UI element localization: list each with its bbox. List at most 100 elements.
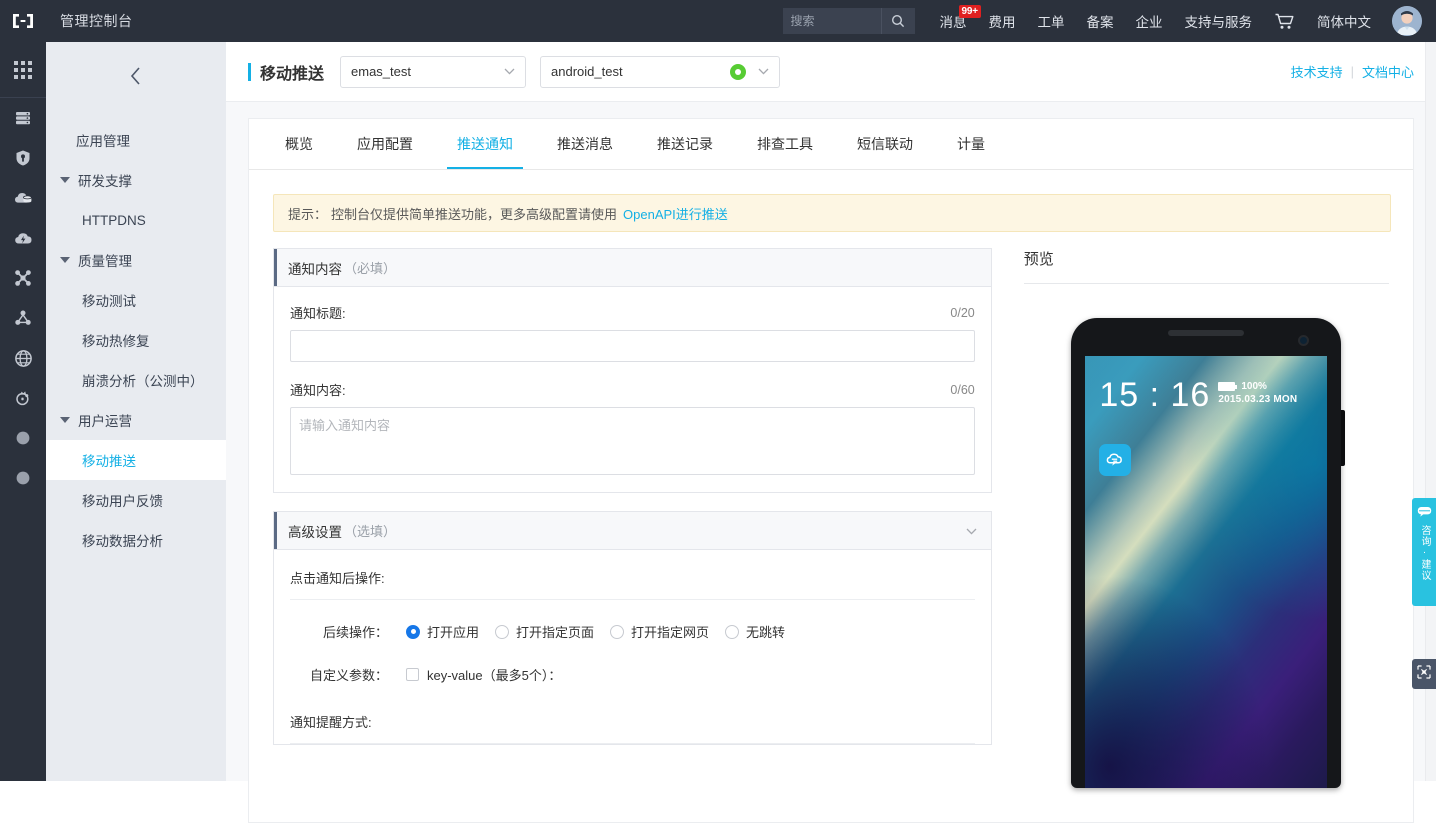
chevron-down-icon (758, 66, 769, 78)
custom-params-row: 自定义参数： key-value（最多5个）： (290, 641, 975, 684)
tab-app-config[interactable]: 应用配置 (335, 119, 435, 169)
notification-content-label: 通知内容: (290, 380, 346, 399)
tip-text: 控制台仅提供简单推送功能，更多高级配置请使用 (331, 204, 617, 223)
custom-params-checkbox[interactable] (406, 668, 419, 681)
security-lock-icon[interactable] (0, 378, 46, 418)
radio-dot-icon (725, 625, 739, 639)
shield-icon[interactable] (0, 138, 46, 178)
sidebar-item-httpdns[interactable]: HTTPDNS (46, 200, 226, 240)
tech-support-link[interactable]: 技术支持 (1291, 62, 1343, 81)
custom-params-label: 自定义参数： (290, 665, 406, 684)
sidebar-group-quality[interactable]: 质量管理 (46, 240, 226, 280)
sidebar-group-user-ops[interactable]: 用户运营 (46, 400, 226, 440)
advanced-panel-header[interactable]: 高级设置 （选填） (274, 512, 991, 550)
nodes-triangle-icon[interactable] (0, 298, 46, 338)
tip-prefix: 提示： (288, 204, 327, 223)
chat-consult-button[interactable]: 咨询·建议 (1412, 498, 1436, 606)
tab-overview[interactable]: 概览 (263, 119, 335, 169)
search-box[interactable] (783, 8, 915, 34)
tip-banner: 提示： 控制台仅提供简单推送功能，更多高级配置请使用 OpenAPI进行推送 (273, 194, 1391, 232)
notification-panel-subtitle: （必填） (344, 258, 396, 277)
search-input[interactable] (783, 9, 881, 33)
sidebar-group-label: 质量管理 (78, 250, 132, 270)
sidebar-item-mobile-push[interactable]: 移动推送 (46, 440, 226, 480)
radio-no-action[interactable]: 无跳转 (725, 622, 785, 641)
sidebar-item-label: 移动测试 (82, 290, 136, 310)
followup-radio-group: 打开应用 打开指定页面 打开指定网页 (406, 622, 801, 641)
tab-sms-linkage[interactable]: 短信联动 (835, 119, 935, 169)
language-selector[interactable]: 简体中文 (1306, 0, 1382, 42)
nav-item-enterprise[interactable]: 企业 (1125, 0, 1174, 42)
shopping-cart-icon[interactable] (1263, 13, 1306, 30)
server-stack-icon[interactable] (0, 98, 46, 138)
docs-center-link[interactable]: 文档中心 (1362, 62, 1414, 81)
circle-icon[interactable] (0, 418, 46, 458)
tab-troubleshoot[interactable]: 排查工具 (735, 119, 835, 169)
phone-side-button (1341, 410, 1345, 466)
sidebar-group-label: 用户运营 (78, 410, 132, 430)
page-title: 移动推送 (260, 60, 324, 84)
notification-content-textarea[interactable] (290, 407, 975, 475)
tab-bar: 概览 应用配置 推送通知 推送消息 推送记录 排查工具 短信联动 计量 (249, 119, 1413, 170)
nav-item-support[interactable]: 支持与服务 (1174, 0, 1264, 42)
speech-bubble-icon (1417, 504, 1432, 522)
phone-preview: 15 : 16 100% 2015.03.23 MON (1024, 284, 1389, 788)
sidebar-item-mobile-test[interactable]: 移动测试 (46, 280, 226, 320)
notify-style-section-label: 通知提醒方式: (290, 684, 975, 744)
content-card: 概览 应用配置 推送通知 推送消息 推送记录 排查工具 短信联动 计量 提示： … (248, 118, 1414, 823)
circle-icon[interactable] (0, 458, 46, 498)
radio-open-url[interactable]: 打开指定网页 (610, 622, 709, 641)
network-cross-icon[interactable] (0, 258, 46, 298)
nav-item-billing[interactable]: 费用 (978, 0, 1027, 42)
tab-metering[interactable]: 计量 (935, 119, 1007, 169)
sidebar-group-label: 研发支撑 (78, 170, 132, 190)
project-select[interactable]: emas_test (340, 56, 526, 88)
feedback-button[interactable] (1412, 659, 1436, 689)
feedback-square-icon (1417, 665, 1431, 684)
globe-icon[interactable] (0, 338, 46, 378)
app-select-value: android_test (551, 64, 730, 79)
followup-action-label: 后续操作： (290, 622, 406, 641)
tab-push-message[interactable]: 推送消息 (535, 119, 635, 169)
console-title: 管理控制台 (60, 11, 133, 31)
nav-item-icp[interactable]: 备案 (1076, 0, 1125, 42)
app-grid-icon[interactable] (0, 42, 46, 98)
chevron-down-icon[interactable] (966, 524, 977, 538)
caret-down-icon (60, 177, 70, 183)
sidebar-item-hotfix[interactable]: 移动热修复 (46, 320, 226, 360)
followup-action-row: 后续操作： 打开应用 打开指定页面 (290, 600, 975, 641)
notification-content-panel: 通知内容 （必填） 通知标题: 0/20 通知内容: (273, 248, 992, 493)
avatar[interactable] (1392, 6, 1422, 36)
main-content: 移动推送 emas_test android_test 技术支持 | 文档中心 … (226, 42, 1436, 781)
lockscreen-meta: 100% 2015.03.23 MON (1218, 378, 1297, 405)
sidebar-group-rd-support[interactable]: 研发支撑 (46, 160, 226, 200)
chevron-left-icon[interactable] (46, 42, 226, 110)
notification-title-label: 通知标题: (290, 303, 346, 322)
radio-open-app[interactable]: 打开应用 (406, 622, 479, 641)
app-select[interactable]: android_test (540, 56, 780, 88)
sidebar-item-label: 应用管理 (76, 130, 130, 150)
openapi-link[interactable]: OpenAPI进行推送 (623, 204, 728, 223)
custom-params-checkbox-label: key-value（最多5个）： (427, 665, 561, 684)
radio-dot-icon (406, 625, 420, 639)
notification-title-input[interactable] (290, 330, 975, 362)
green-status-dot-icon (730, 64, 746, 80)
sidebar-item-app-management[interactable]: 应用管理 (46, 120, 226, 160)
link-separator: | (1351, 64, 1354, 79)
notification-panel-title: 通知内容 (288, 258, 342, 278)
sidebar-item-label: 移动数据分析 (82, 530, 163, 550)
sidebar-item-user-feedback[interactable]: 移动用户反馈 (46, 480, 226, 520)
phone-screen: 15 : 16 100% 2015.03.23 MON (1085, 356, 1327, 788)
cloud-bolt-icon[interactable] (0, 218, 46, 258)
notification-title-counter: 0/20 (950, 306, 974, 320)
nav-item-messages[interactable]: 消息 99+ (929, 0, 978, 42)
sidebar-item-data-analysis[interactable]: 移动数据分析 (46, 520, 226, 560)
search-icon[interactable] (881, 8, 915, 34)
cloud-bracket-logo-icon[interactable] (0, 0, 46, 42)
tab-push-notification[interactable]: 推送通知 (435, 119, 535, 169)
cloud-database-icon[interactable] (0, 178, 46, 218)
nav-item-tickets[interactable]: 工单 (1027, 0, 1076, 42)
tab-push-records[interactable]: 推送记录 (635, 119, 735, 169)
sidebar-item-crash-analysis[interactable]: 崩溃分析（公测中） (46, 360, 226, 400)
radio-open-page[interactable]: 打开指定页面 (495, 622, 594, 641)
